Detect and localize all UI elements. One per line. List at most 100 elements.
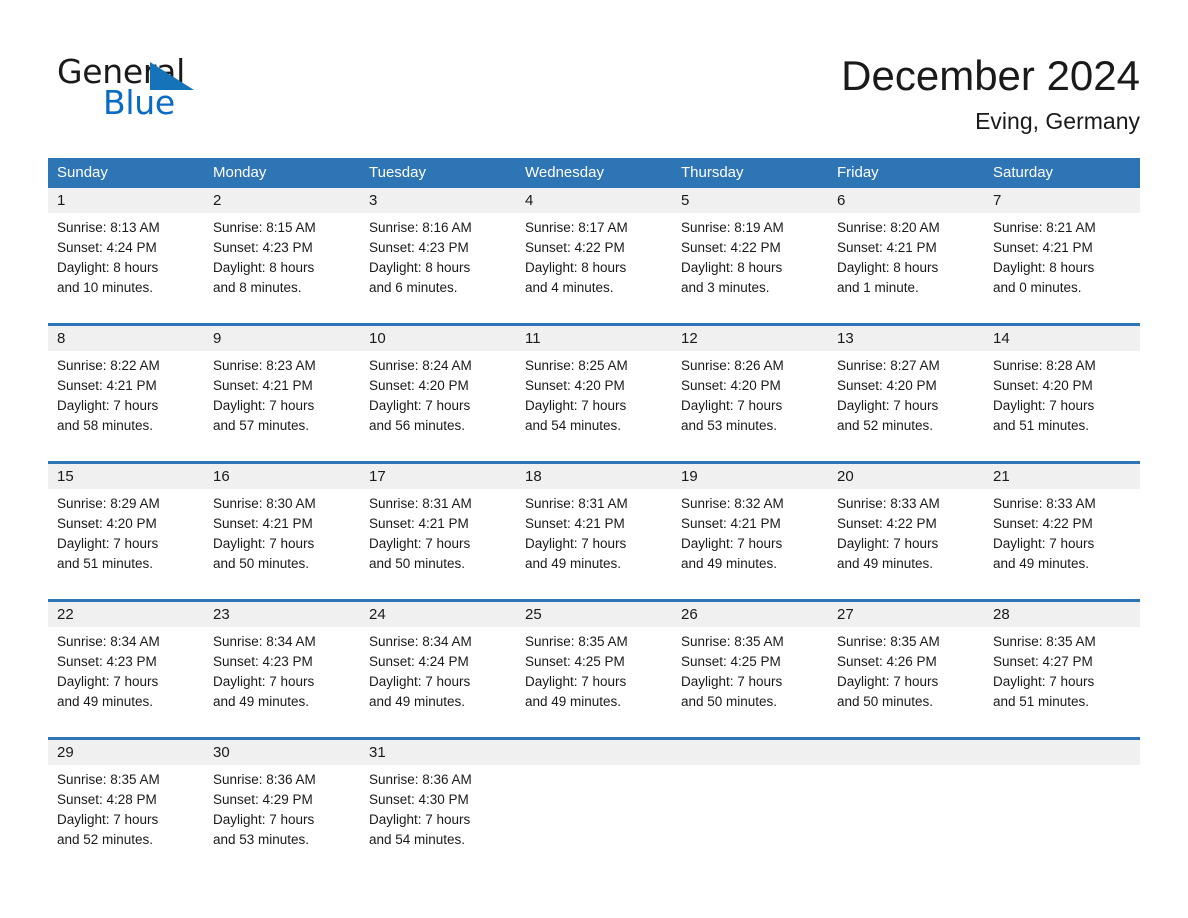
day-cell[interactable]: Sunrise: 8:23 AM Sunset: 4:21 PM Dayligh…	[204, 351, 360, 461]
day-number[interactable]: 12	[672, 326, 828, 351]
sunset-text: Sunset: 4:20 PM	[681, 378, 781, 393]
day-number[interactable]: 25	[516, 602, 672, 627]
day-cell[interactable]: Sunrise: 8:27 AM Sunset: 4:20 PM Dayligh…	[828, 351, 984, 461]
day-number[interactable]: 30	[204, 740, 360, 765]
daylight-text-line2: and 58 minutes.	[57, 418, 154, 433]
day-cell[interactable]: Sunrise: 8:35 AM Sunset: 4:26 PM Dayligh…	[828, 627, 984, 737]
day-cell[interactable]: Sunrise: 8:19 AM Sunset: 4:22 PM Dayligh…	[672, 213, 828, 323]
day-number-empty	[516, 740, 672, 765]
daylight-text-line1: Daylight: 7 hours	[837, 536, 939, 551]
sunrise-text: Sunrise: 8:35 AM	[837, 634, 940, 649]
daylight-text-line1: Daylight: 7 hours	[525, 398, 627, 413]
day-number[interactable]: 20	[828, 464, 984, 489]
day-cell[interactable]: Sunrise: 8:15 AM Sunset: 4:23 PM Dayligh…	[204, 213, 360, 323]
day-number[interactable]: 17	[360, 464, 516, 489]
day-number[interactable]: 2	[204, 188, 360, 213]
day-number[interactable]: 19	[672, 464, 828, 489]
sunset-text: Sunset: 4:21 PM	[837, 240, 937, 255]
daylight-text-line1: Daylight: 7 hours	[369, 674, 471, 689]
day-cell[interactable]: Sunrise: 8:35 AM Sunset: 4:28 PM Dayligh…	[48, 765, 204, 875]
general-blue-logo[interactable]: General Blue	[57, 54, 287, 124]
day-cell[interactable]: Sunrise: 8:32 AM Sunset: 4:21 PM Dayligh…	[672, 489, 828, 599]
day-number[interactable]: 10	[360, 326, 516, 351]
day-number[interactable]: 21	[984, 464, 1140, 489]
sunrise-text: Sunrise: 8:34 AM	[213, 634, 316, 649]
day-number[interactable]: 9	[204, 326, 360, 351]
sunset-text: Sunset: 4:20 PM	[57, 516, 157, 531]
day-number[interactable]: 14	[984, 326, 1140, 351]
day-cell[interactable]: Sunrise: 8:24 AM Sunset: 4:20 PM Dayligh…	[360, 351, 516, 461]
day-number[interactable]: 11	[516, 326, 672, 351]
day-cell[interactable]: Sunrise: 8:36 AM Sunset: 4:30 PM Dayligh…	[360, 765, 516, 875]
day-cell[interactable]: Sunrise: 8:25 AM Sunset: 4:20 PM Dayligh…	[516, 351, 672, 461]
day-number[interactable]: 7	[984, 188, 1140, 213]
day-cell[interactable]: Sunrise: 8:20 AM Sunset: 4:21 PM Dayligh…	[828, 213, 984, 323]
day-number[interactable]: 8	[48, 326, 204, 351]
day-cell[interactable]: Sunrise: 8:33 AM Sunset: 4:22 PM Dayligh…	[984, 489, 1140, 599]
day-number[interactable]: 24	[360, 602, 516, 627]
day-cell[interactable]: Sunrise: 8:34 AM Sunset: 4:23 PM Dayligh…	[48, 627, 204, 737]
day-cell[interactable]: Sunrise: 8:31 AM Sunset: 4:21 PM Dayligh…	[516, 489, 672, 599]
sunset-text: Sunset: 4:26 PM	[837, 654, 937, 669]
page-header: General Blue December 2024 Eving, German…	[0, 0, 1188, 158]
day-number[interactable]: 28	[984, 602, 1140, 627]
daylight-text-line1: Daylight: 8 hours	[993, 260, 1095, 275]
day-number[interactable]: 26	[672, 602, 828, 627]
day-cell[interactable]: Sunrise: 8:28 AM Sunset: 4:20 PM Dayligh…	[984, 351, 1140, 461]
day-cell[interactable]: Sunrise: 8:35 AM Sunset: 4:27 PM Dayligh…	[984, 627, 1140, 737]
day-cell[interactable]: Sunrise: 8:22 AM Sunset: 4:21 PM Dayligh…	[48, 351, 204, 461]
day-cell[interactable]: Sunrise: 8:29 AM Sunset: 4:20 PM Dayligh…	[48, 489, 204, 599]
weekday-header-monday: Monday	[204, 158, 360, 188]
day-cell[interactable]: Sunrise: 8:34 AM Sunset: 4:23 PM Dayligh…	[204, 627, 360, 737]
daylight-text-line1: Daylight: 7 hours	[213, 674, 315, 689]
daylight-text-line1: Daylight: 7 hours	[525, 674, 627, 689]
day-number[interactable]: 4	[516, 188, 672, 213]
day-number[interactable]: 1	[48, 188, 204, 213]
daylight-text-line1: Daylight: 7 hours	[369, 398, 471, 413]
day-cell[interactable]: Sunrise: 8:17 AM Sunset: 4:22 PM Dayligh…	[516, 213, 672, 323]
day-number[interactable]: 3	[360, 188, 516, 213]
sunset-text: Sunset: 4:21 PM	[369, 516, 469, 531]
day-cell[interactable]: Sunrise: 8:26 AM Sunset: 4:20 PM Dayligh…	[672, 351, 828, 461]
week-daynumber-row: 8 9 10 11 12 13 14	[48, 326, 1140, 351]
day-cell[interactable]: Sunrise: 8:30 AM Sunset: 4:21 PM Dayligh…	[204, 489, 360, 599]
sunset-text: Sunset: 4:21 PM	[57, 378, 157, 393]
day-cell[interactable]: Sunrise: 8:36 AM Sunset: 4:29 PM Dayligh…	[204, 765, 360, 875]
day-number[interactable]: 5	[672, 188, 828, 213]
day-cell[interactable]: Sunrise: 8:13 AM Sunset: 4:24 PM Dayligh…	[48, 213, 204, 323]
day-number[interactable]: 23	[204, 602, 360, 627]
day-number[interactable]: 31	[360, 740, 516, 765]
week-daynumber-row: 22 23 24 25 26 27 28	[48, 602, 1140, 627]
day-number[interactable]: 16	[204, 464, 360, 489]
day-cell[interactable]: Sunrise: 8:35 AM Sunset: 4:25 PM Dayligh…	[516, 627, 672, 737]
sunrise-text: Sunrise: 8:17 AM	[525, 220, 628, 235]
daylight-text-line2: and 3 minutes.	[681, 280, 770, 295]
empty-day-cell	[984, 765, 1140, 875]
day-cell[interactable]: Sunrise: 8:34 AM Sunset: 4:24 PM Dayligh…	[360, 627, 516, 737]
daylight-text-line2: and 57 minutes.	[213, 418, 310, 433]
sunrise-text: Sunrise: 8:33 AM	[993, 496, 1096, 511]
weekday-header-thursday: Thursday	[672, 158, 828, 188]
daylight-text-line1: Daylight: 8 hours	[57, 260, 159, 275]
day-cell[interactable]: Sunrise: 8:31 AM Sunset: 4:21 PM Dayligh…	[360, 489, 516, 599]
daylight-text-line2: and 52 minutes.	[57, 832, 154, 847]
day-cell[interactable]: Sunrise: 8:16 AM Sunset: 4:23 PM Dayligh…	[360, 213, 516, 323]
daylight-text-line1: Daylight: 7 hours	[57, 812, 159, 827]
day-number[interactable]: 15	[48, 464, 204, 489]
day-number[interactable]: 22	[48, 602, 204, 627]
day-number[interactable]: 27	[828, 602, 984, 627]
day-cell[interactable]: Sunrise: 8:35 AM Sunset: 4:25 PM Dayligh…	[672, 627, 828, 737]
daylight-text-line2: and 49 minutes.	[57, 694, 154, 709]
daylight-text-line1: Daylight: 7 hours	[993, 536, 1095, 551]
sunrise-text: Sunrise: 8:27 AM	[837, 358, 940, 373]
sunrise-text: Sunrise: 8:28 AM	[993, 358, 1096, 373]
day-number[interactable]: 6	[828, 188, 984, 213]
day-number[interactable]: 18	[516, 464, 672, 489]
day-cell[interactable]: Sunrise: 8:33 AM Sunset: 4:22 PM Dayligh…	[828, 489, 984, 599]
day-cell[interactable]: Sunrise: 8:21 AM Sunset: 4:21 PM Dayligh…	[984, 213, 1140, 323]
day-number[interactable]: 13	[828, 326, 984, 351]
sunrise-text: Sunrise: 8:35 AM	[525, 634, 628, 649]
sunrise-text: Sunrise: 8:31 AM	[369, 496, 472, 511]
day-number[interactable]: 29	[48, 740, 204, 765]
daylight-text-line1: Daylight: 7 hours	[369, 536, 471, 551]
